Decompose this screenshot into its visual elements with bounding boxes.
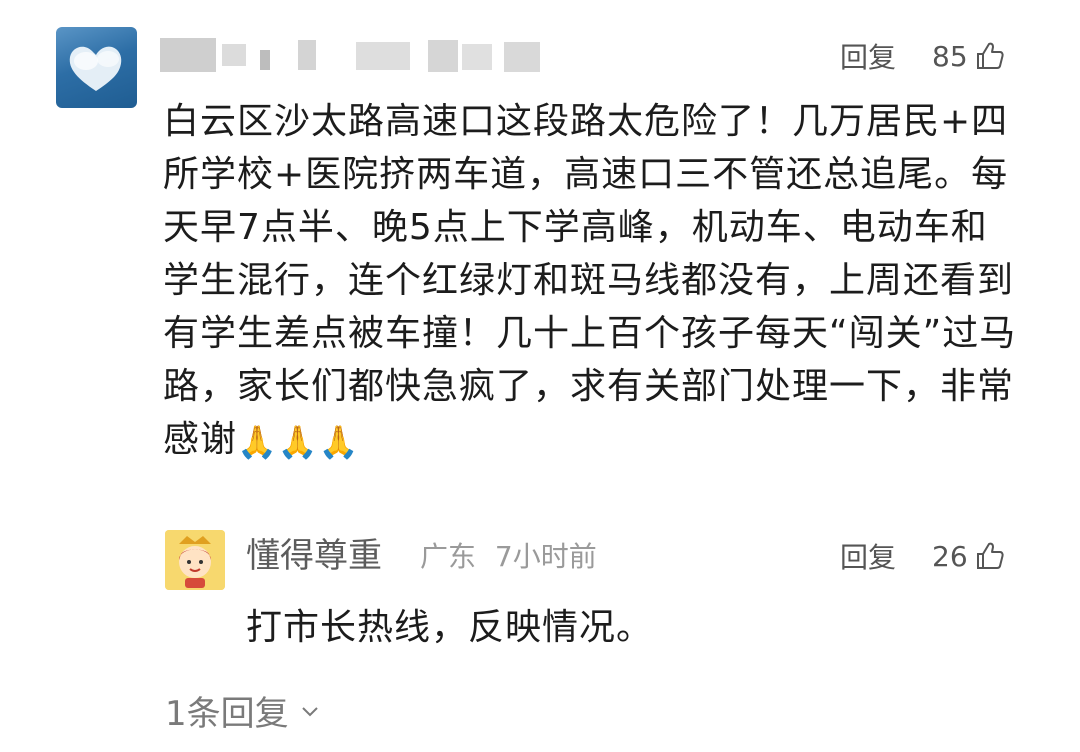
commenter-name-blurred[interactable]: [160, 34, 550, 76]
reply-location: 广东: [420, 540, 477, 573]
praying-hands-emoji: 🙏🙏🙏: [237, 423, 360, 461]
more-replies-toggle[interactable]: 1条回复: [165, 686, 321, 735]
reply-actions: 回复 26: [840, 536, 1006, 576]
comment-actions: 回复 85: [840, 36, 1006, 76]
reply-avatar[interactable]: [165, 530, 225, 590]
reply-like-count: 26: [932, 539, 968, 573]
like-count: 85: [932, 39, 968, 73]
thumbs-up-icon[interactable]: [974, 40, 1006, 72]
reply-meta: 广东 7小时前: [420, 535, 597, 575]
comment-body: 白云区沙太路高速口这段路太危险了！几万居民+四所学校+医院挤两车道，高速口三不管…: [163, 101, 1017, 460]
commenter-avatar[interactable]: [56, 27, 137, 108]
reply-text: 打市长热线，反映情况。: [246, 607, 654, 648]
more-replies-label: 1条回复: [165, 694, 289, 734]
reply-username[interactable]: 懂得尊重: [246, 528, 382, 577]
heart-cloud-icon: [69, 46, 122, 91]
chevron-down-icon: [301, 706, 318, 716]
reply-time: 7小时前: [494, 540, 597, 573]
comment-text: 白云区沙太路高速口这段路太危险了！几万居民+四所学校+医院挤两车道，高速口三不管…: [163, 95, 1023, 466]
reply-reply-button[interactable]: 回复: [840, 536, 896, 576]
thumbs-up-icon[interactable]: [974, 540, 1006, 572]
cartoon-face-icon: [165, 530, 225, 590]
reply-button[interactable]: 回复: [840, 36, 896, 76]
